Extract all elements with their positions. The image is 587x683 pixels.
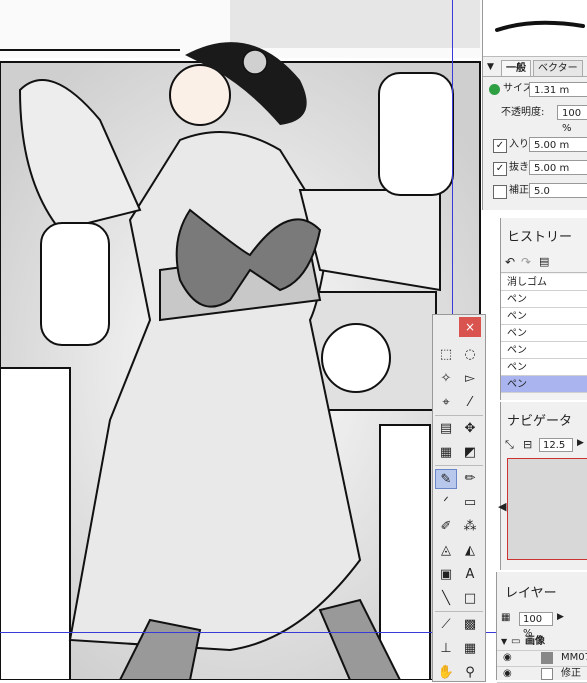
toolbox: × ⬚ ◌ ✧ ▻ ⌖ ⁄ ▤ ✥ ▦ ◩ ✎ ✏ ᐟ ▭ ✐ ⁂ ◬ ◭ ▣ … bbox=[432, 314, 486, 682]
redo-icon[interactable]: ↷ bbox=[521, 255, 531, 269]
eraser-icon[interactable]: ▭ bbox=[459, 493, 481, 513]
layer-title: レイヤー bbox=[505, 586, 557, 601]
zoom-out-icon[interactable]: ⊟ bbox=[523, 438, 532, 451]
speech-bubble-right bbox=[378, 72, 454, 196]
layer-row[interactable]: ◉ 修正 bbox=[497, 666, 587, 683]
history-item[interactable]: ペン bbox=[501, 359, 587, 376]
in-field[interactable]: 5.00 m bbox=[529, 137, 587, 152]
eyedropper-icon[interactable]: ⁄ bbox=[459, 393, 481, 413]
zoom-icon[interactable]: ⚲ bbox=[459, 663, 481, 683]
speech-bubble-left bbox=[40, 222, 110, 346]
layer-name: MM07 bbox=[561, 652, 587, 663]
undo-icon[interactable]: ↶ bbox=[505, 255, 515, 269]
layer-folder-row[interactable]: ▼ ▭ 画像 bbox=[497, 634, 587, 651]
layer-thumbnail bbox=[541, 652, 553, 664]
lasso-icon[interactable]: ◌ bbox=[459, 345, 481, 365]
pencil-icon[interactable]: ✏ bbox=[459, 469, 481, 489]
size-status-icon bbox=[489, 84, 500, 95]
select-pen-icon[interactable]: ⌖ bbox=[435, 393, 457, 413]
history-menu-icon[interactable]: ▤ bbox=[539, 255, 549, 268]
hand-icon[interactable]: ✋ bbox=[435, 663, 457, 683]
history-toolbar: ↶ ↷ ▤ bbox=[501, 254, 587, 273]
history-panel: ヒストリー ↶ ↷ ▤ 消しゴム ペン ペン ペン ペン ペン ペン bbox=[500, 218, 587, 400]
stamp-icon[interactable]: ⊥ bbox=[435, 639, 457, 659]
pen-icon[interactable]: ✎ bbox=[435, 469, 457, 489]
stroke-preview-curve bbox=[495, 20, 585, 32]
correct-checkbox[interactable] bbox=[493, 185, 507, 199]
fill-pen-icon[interactable]: ◭ bbox=[459, 541, 481, 561]
folder-expand-icon[interactable]: ▼ bbox=[501, 634, 507, 650]
tab-general[interactable]: 一般 bbox=[501, 60, 531, 76]
object-icon[interactable]: ◩ bbox=[459, 443, 481, 463]
layer-row[interactable]: ◉ MM07 bbox=[497, 650, 587, 667]
zoom-arrow-icon[interactable]: ▶ bbox=[577, 438, 584, 448]
history-title: ヒストリー bbox=[507, 230, 573, 245]
correct-line-icon[interactable]: ⟋ bbox=[435, 615, 457, 635]
color-picker-icon[interactable]: ▦ bbox=[459, 639, 481, 659]
frame-icon[interactable]: ▦ bbox=[435, 443, 457, 463]
layer-thumbnail bbox=[541, 668, 553, 680]
history-item-selected[interactable]: ペン bbox=[501, 376, 587, 393]
pattern-icon[interactable]: ▩ bbox=[459, 615, 481, 635]
toolbox-close-button[interactable]: × bbox=[459, 317, 481, 337]
airbrush-icon[interactable]: ⁂ bbox=[459, 517, 481, 537]
history-item[interactable]: ペン bbox=[501, 342, 587, 359]
layer-folder-name: 画像 bbox=[525, 636, 545, 647]
history-item[interactable]: ペン bbox=[501, 308, 587, 325]
marker-icon[interactable]: ✐ bbox=[435, 517, 457, 537]
layer-opacity-field[interactable]: 100 % bbox=[519, 612, 553, 639]
eye-icon[interactable]: ◉ bbox=[503, 650, 512, 666]
brush-icon[interactable]: ᐟ bbox=[435, 493, 457, 513]
history-item[interactable]: ペン bbox=[501, 291, 587, 308]
fill-icon[interactable]: ◬ bbox=[435, 541, 457, 561]
layer-move-icon[interactable]: ▤ bbox=[435, 419, 457, 439]
text-icon[interactable]: A bbox=[459, 565, 481, 585]
navigator-panel: ナビゲータ ⤡ ⊟ 12.5 ▶ bbox=[500, 402, 587, 570]
history-item[interactable]: 消しゴム bbox=[501, 274, 587, 291]
select-arrow-icon[interactable]: ▻ bbox=[459, 369, 481, 389]
layer-panel: レイヤー ▦ 100 % ▶ ▼ ▭ 画像 ◉ MM07 ◉ 修正 bbox=[496, 572, 587, 683]
opacity-field[interactable]: 100 % bbox=[557, 105, 587, 134]
rect-select-icon[interactable]: ⬚ bbox=[435, 345, 457, 365]
blend-mode-icon[interactable]: ▦ bbox=[501, 612, 510, 623]
fit-icon[interactable]: ⤡ bbox=[505, 438, 514, 452]
brush-properties-panel: ▼ 一般 ベクター サイズ: 1.31 m 不透明度: 100 % ✓ 入り: … bbox=[482, 0, 587, 210]
correct-field[interactable]: 5.0 bbox=[529, 183, 587, 198]
brush-tabs: 一般 ベクター bbox=[483, 58, 587, 77]
move-icon[interactable]: ✥ bbox=[459, 419, 481, 439]
opacity-label: 不透明度: bbox=[501, 107, 545, 118]
in-checkbox[interactable]: ✓ bbox=[493, 139, 507, 153]
shape-icon[interactable]: □ bbox=[459, 589, 481, 609]
magic-wand-icon[interactable]: ✧ bbox=[435, 369, 457, 389]
navigator-preview[interactable] bbox=[507, 458, 587, 560]
folder-icon: ▭ bbox=[511, 636, 521, 647]
layer-opacity-arrow-icon[interactable]: ▶ bbox=[557, 612, 564, 622]
size-field[interactable]: 1.31 m bbox=[529, 82, 587, 97]
navigator-title: ナビゲータ bbox=[507, 414, 573, 429]
history-item[interactable]: ペン bbox=[501, 325, 587, 342]
ruler-icon[interactable]: ╲ bbox=[435, 589, 457, 609]
stroke-preview bbox=[483, 0, 587, 57]
tab-vector[interactable]: ベクター bbox=[533, 60, 583, 76]
panel-collapse-arrow-icon[interactable]: ◀ bbox=[498, 500, 506, 513]
zoom-field[interactable]: 12.5 bbox=[539, 438, 573, 452]
gradient-icon[interactable]: ▣ bbox=[435, 565, 457, 585]
out-field[interactable]: 5.00 m bbox=[529, 160, 587, 175]
out-checkbox[interactable]: ✓ bbox=[493, 162, 507, 176]
